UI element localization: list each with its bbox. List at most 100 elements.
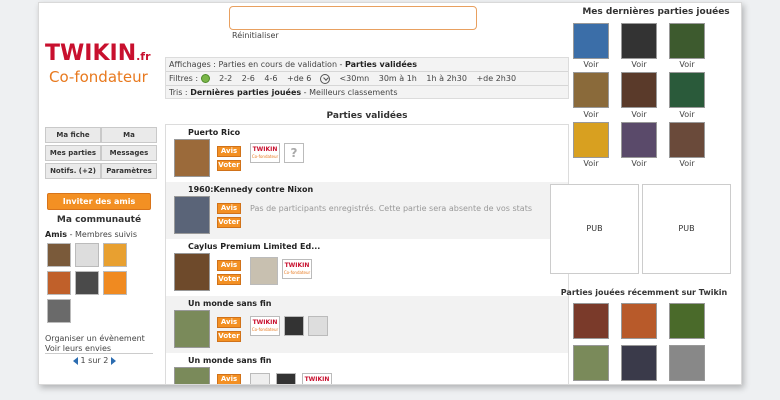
table-row: Un monde sans fin Avis TWIKIN [166,353,568,384]
site-recent-thumb[interactable] [669,345,705,381]
recent-game-thumb[interactable] [669,23,705,59]
avatar[interactable] [103,243,127,267]
game-cover[interactable] [174,139,210,177]
games-list: Puerto Rico Avis Voter TWIKIN Co-fondate… [165,124,569,384]
site-recent-thumb[interactable] [573,345,609,381]
avatar[interactable] [75,243,99,267]
filter-players-1[interactable]: 2-2 [219,74,232,83]
game-name[interactable]: Puerto Rico [188,128,240,137]
filter-players-3[interactable]: 4-6 [264,74,277,83]
recent-game-thumb[interactable] [621,72,657,108]
game-cover[interactable] [174,367,210,384]
avatar[interactable] [47,299,71,323]
participant-thumb[interactable]: TWIKIN Co-fondateur [250,316,280,336]
table-row: Caylus Premium Limited Ed... Avis Voter … [166,239,568,296]
participant-thumb[interactable] [284,316,304,336]
avatar[interactable] [47,271,71,295]
avis-button[interactable]: Avis [217,374,241,384]
participant-thumb[interactable]: TWIKIN Co-fondateur [250,143,280,163]
ad-slot[interactable]: PUB [550,184,639,274]
menu-ma-fiche[interactable]: Ma fiche [45,127,101,143]
menu-ma-ludosphere[interactable]: Ma ludosphère [101,127,157,153]
recent-game-thumb[interactable] [669,122,705,158]
recent-game-thumb[interactable] [669,72,705,108]
game-name[interactable]: Un monde sans fin [188,356,271,365]
filter-time-2[interactable]: 30m à 1h [379,74,417,83]
avatar[interactable] [47,243,71,267]
voir-link[interactable]: Voir [669,60,705,69]
followed-tab[interactable]: Membres suivis [75,230,137,239]
voir-link[interactable]: Voir [669,159,705,168]
site-recent-thumb[interactable] [621,345,657,381]
voir-link[interactable]: Voir [573,60,609,69]
recent-game-thumb[interactable] [573,72,609,108]
participant-thumb[interactable] [276,373,296,384]
game-name[interactable]: Caylus Premium Limited Ed... [188,242,320,251]
filter-players-2[interactable]: 2-6 [242,74,255,83]
menu-messages[interactable]: Messages [101,145,157,161]
page-frame: TWIKIN.fr Co-fondateur Réinitialiser Aff… [38,2,742,385]
pager-label: 1 sur 2 [80,356,109,365]
invite-friends-button[interactable]: Inviter des amis [47,193,151,210]
community-links: Organiser un évènement Voir leurs envies [45,334,145,354]
filtres-row: Filtres : 2-2 2-6 4-6 +de 6 <30mn 30m à … [169,72,516,85]
game-cover[interactable] [174,196,210,234]
friends-tab[interactable]: Amis [45,230,67,239]
voir-link[interactable]: Voir [573,159,609,168]
participant-thumb[interactable] [308,316,328,336]
filter-time-3[interactable]: 1h à 2h30 [426,74,467,83]
participant-thumb[interactable] [250,257,278,285]
menu-mes-parties[interactable]: Mes parties [45,145,101,161]
voir-link[interactable]: Voir [669,110,705,119]
voter-button[interactable]: Voter [217,217,241,228]
avis-button[interactable]: Avis [217,203,241,214]
participant-thumb[interactable]: TWIKIN Co-fondateur [282,259,312,279]
game-cover[interactable] [174,310,210,348]
sort-last-played[interactable]: Dernières parties jouées [190,88,301,97]
game-name[interactable]: Un monde sans fin [188,299,271,308]
recent-game-thumb[interactable] [573,23,609,59]
recent-games-title: Mes dernières parties jouées [582,7,730,17]
site-recent-thumb[interactable] [621,303,657,339]
reset-link[interactable]: Réinitialiser [232,31,279,40]
avis-button[interactable]: Avis [217,146,241,157]
filter-time-4[interactable]: +de 2h30 [476,74,516,83]
recent-game-thumb[interactable] [573,122,609,158]
site-recent-thumb[interactable] [573,303,609,339]
voir-link[interactable]: Voir [621,110,657,119]
search-input[interactable] [229,6,477,30]
twikin-logo[interactable]: TWIKIN.fr Co-fondateur [45,41,159,86]
game-name[interactable]: 1960:Kennedy contre Nixon [188,185,313,194]
avis-button[interactable]: Avis [217,260,241,271]
filter-time-1[interactable]: <30mn [339,74,369,83]
voir-link[interactable]: Voir [621,159,657,168]
prev-page-icon[interactable] [73,356,78,365]
menu-notifs[interactable]: Notifs. (+2) [45,163,101,179]
recent-game-thumb[interactable] [621,122,657,158]
tris-row: Tris : Dernières parties jouées - Meille… [169,88,398,97]
voir-link[interactable]: Voir [573,110,609,119]
next-page-icon[interactable] [110,356,116,365]
avis-button[interactable]: Avis [217,317,241,328]
filter-validees[interactable]: Parties validées [345,60,417,69]
participant-thumb[interactable]: TWIKIN [302,373,332,384]
divider [45,353,153,354]
participant-thumb[interactable] [250,373,270,384]
unknown-participant[interactable]: ? [284,143,304,163]
filter-en-cours[interactable]: Parties en cours de validation [219,60,337,69]
voir-link[interactable]: Voir [621,60,657,69]
organize-event-link[interactable]: Organiser un évènement [45,334,145,344]
avatar[interactable] [103,271,127,295]
sort-best-ranking[interactable]: Meilleurs classements [309,88,397,97]
site-recent-thumb[interactable] [669,303,705,339]
recent-game-thumb[interactable] [621,23,657,59]
voter-button[interactable]: Voter [217,274,241,285]
voter-button[interactable]: Voter [217,331,241,342]
game-cover[interactable] [174,253,210,291]
voter-button[interactable]: Voter [217,160,241,171]
filter-players-4[interactable]: +de 6 [287,74,311,83]
avatar[interactable] [75,271,99,295]
pager: 1 sur 2 [73,356,116,365]
ad-slot[interactable]: PUB [642,184,731,274]
menu-parametres[interactable]: Paramètres [101,163,157,179]
